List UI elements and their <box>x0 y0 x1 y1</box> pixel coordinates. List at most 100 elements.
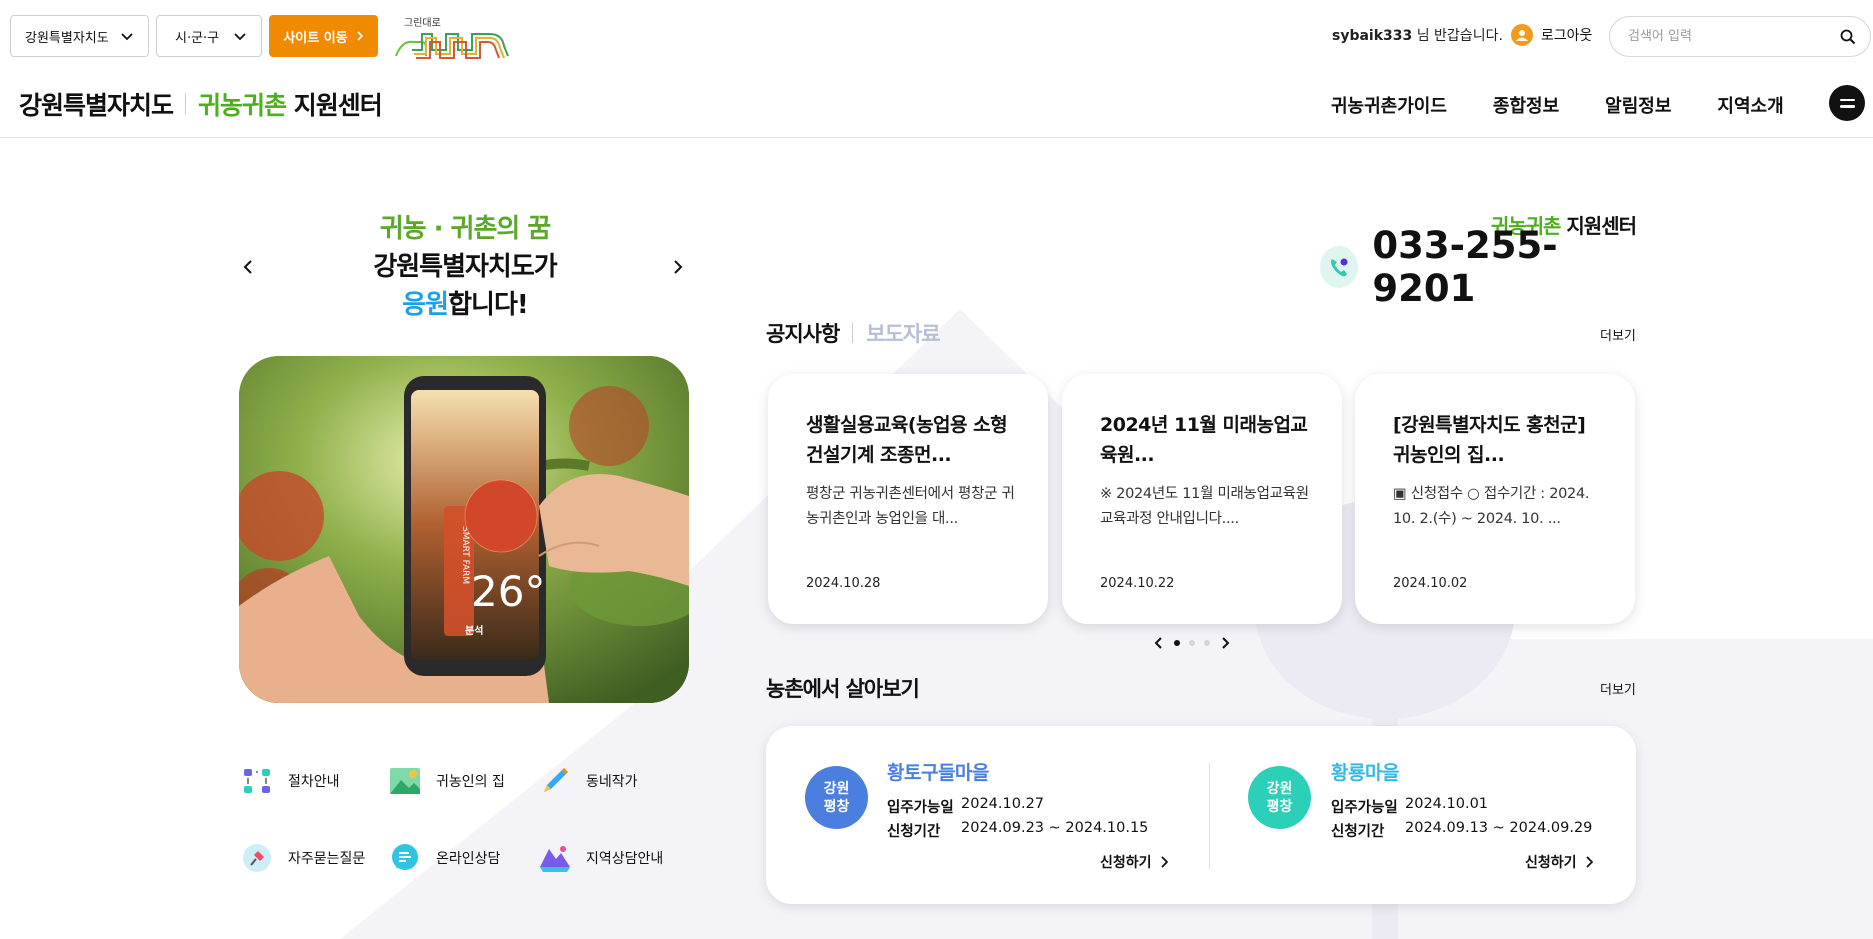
procedure-icon <box>240 764 274 798</box>
tab-press[interactable]: 보도자료 <box>866 318 940 348</box>
pager-dot[interactable] <box>1204 640 1210 646</box>
search-box <box>1609 16 1871 57</box>
quicklink-faq[interactable]: 자주묻는질문 <box>240 841 365 875</box>
tab-notices[interactable]: 공지사항 <box>766 318 840 348</box>
hero-image-label: SMART FARM <box>460 526 470 584</box>
nav-item-region[interactable]: 지역소개 <box>1717 92 1783 118</box>
notice-title: 생활실용교육(농업용 소형건설기계 조종먼... <box>806 414 1008 466</box>
nav-item-info[interactable]: 종합정보 <box>1493 92 1559 118</box>
top-bar: 강원특별자치도 시·군·구 사이트 이동 그린대로 sybaik333 님 반갑… <box>0 0 1873 72</box>
region-select[interactable]: 강원특별자치도 <box>10 15 149 57</box>
notice-tabs: 공지사항 보도자료 <box>766 318 941 348</box>
menu-icon <box>1839 98 1855 101</box>
label-move: 입주가능일 <box>887 800 954 816</box>
nav-item-guide[interactable]: 귀농귀촌가이드 <box>1331 92 1447 118</box>
notice-desc: 평창군 귀농귀촌센터에서 평창군 귀농귀촌인과 농업인을 대... <box>806 486 1015 527</box>
house-landscape-icon <box>388 764 422 798</box>
user-name: sybaik333 <box>1332 28 1413 44</box>
notice-date: 2024.10.02 <box>1393 576 1468 591</box>
quicklink-online-consult[interactable]: 온라인상담 <box>388 841 500 875</box>
chevron-right-icon <box>1160 856 1168 868</box>
quicklink-artist[interactable]: 동네작가 <box>538 764 638 798</box>
hero-line2: 강원특별자치도가 <box>373 252 557 282</box>
label-move: 입주가능일 <box>1331 800 1398 816</box>
village-name[interactable]: 황룡마을 <box>1331 758 1399 785</box>
apply-button[interactable]: 신청하기 <box>1525 852 1593 872</box>
label-period: 신청기간 <box>1331 824 1385 840</box>
notices-more-link[interactable]: 더보기 <box>1600 325 1636 344</box>
brand-rest: 지원센터 <box>293 91 383 120</box>
chevron-down-icon <box>121 33 133 41</box>
brand-divider <box>185 93 187 115</box>
region-select-label: 강원특별자치도 <box>25 30 109 46</box>
notice-card[interactable]: [강원특별자치도 홍천군] 귀농인의 집... ▣ 신청접수 ○ 접수기간 : … <box>1355 374 1635 624</box>
pencil-icon <box>538 764 572 798</box>
chevron-right-icon[interactable] <box>1219 636 1231 650</box>
pager-dot[interactable] <box>1189 640 1195 646</box>
notice-title: [강원특별자치도 홍천군] 귀농인의 집... <box>1393 414 1586 466</box>
quicklink-label: 자주묻는질문 <box>288 851 366 867</box>
phone-number[interactable]: 033-255-9201 <box>1372 224 1636 310</box>
hero-image-caption: 분석 <box>465 624 483 637</box>
chevron-down-icon <box>234 33 246 41</box>
notice-card[interactable]: 생활실용교육(농업용 소형건설기계 조종먼... 평창군 귀농귀촌센터에서 평창… <box>768 374 1048 624</box>
quicklink-house[interactable]: 귀농인의 집 <box>388 764 505 798</box>
chevron-right-icon <box>1585 856 1593 868</box>
period: 2024.09.13 ~ 2024.09.29 <box>1405 820 1593 836</box>
quicklink-label: 귀농인의 집 <box>436 774 505 790</box>
quicklink-label: 절차안내 <box>288 774 340 790</box>
label-period: 신청기간 <box>887 824 941 840</box>
region-badge: 강원 평창 <box>805 766 868 829</box>
logout-link[interactable]: 로그아웃 <box>1541 25 1593 45</box>
villages-more-link[interactable]: 더보기 <box>1600 679 1636 698</box>
notice-title: 2024년 11월 미래농업교육원... <box>1100 414 1308 466</box>
apply-button[interactable]: 신청하기 <box>1100 852 1168 872</box>
greenroad-logo[interactable]: 그린대로 <box>392 14 516 60</box>
notice-desc: ※ 2024년도 11월 미래농업교육원 교육과정 안내입니다.... <box>1100 486 1309 527</box>
pin-icon <box>240 841 274 875</box>
move-date: 2024.10.27 <box>961 796 1045 812</box>
apply-label: 신청하기 <box>1525 855 1577 871</box>
villages-panel: 강원 평창 황토구들마을 입주가능일 2024.10.27 신청기간 2024.09.… <box>766 726 1636 904</box>
notice-pager <box>1153 636 1231 650</box>
pager-dot-active[interactable] <box>1174 640 1180 646</box>
notice-card[interactable]: 2024년 11월 미래농업교육원... ※ 2024년도 11월 미래농업교육… <box>1062 374 1342 624</box>
search-icon[interactable] <box>1840 29 1856 45</box>
hero-line3-rest: 합니다! <box>448 290 529 320</box>
site-logo[interactable]: 강원특별자치도 귀농귀촌 지원센터 <box>19 86 383 122</box>
greenroad-logo-icon <box>395 33 509 59</box>
user-greeting: sybaik333 님 반갑습니다. 로그아웃 <box>1332 24 1592 46</box>
chevron-right-icon <box>357 31 363 41</box>
village-move-date: 입주가능일 2024.10.27 <box>887 796 1044 817</box>
site-move-button[interactable]: 사이트 이동 <box>269 15 378 57</box>
badge-line2: 평창 <box>823 798 850 815</box>
phone-icon <box>1320 246 1359 288</box>
main-nav: 귀농귀촌가이드 종합정보 알림정보 지역소개 <box>1331 92 1784 118</box>
hero-line3-blue: 응원 <box>402 290 449 320</box>
move-date: 2024.10.01 <box>1405 796 1489 812</box>
nav-item-notice[interactable]: 알림정보 <box>1605 92 1671 118</box>
village-name[interactable]: 황토구들마을 <box>887 758 989 785</box>
quicklink-label: 지역상담안내 <box>586 851 664 867</box>
menu-button[interactable] <box>1829 85 1865 121</box>
hero-line1: 귀농 · 귀촌의 꿈 <box>379 214 552 244</box>
main-header: 강원특별자치도 귀농귀촌 지원센터 귀농귀촌가이드 종합정보 알림정보 지역소개 <box>0 72 1873 138</box>
badge-line1: 강원 <box>1266 780 1293 797</box>
user-greeting-text: 님 반갑습니다. <box>1416 28 1503 44</box>
apply-label: 신청하기 <box>1100 855 1152 871</box>
quicklink-procedure[interactable]: 절차안내 <box>240 764 340 798</box>
search-input[interactable] <box>1628 29 1828 44</box>
chevron-left-icon[interactable] <box>1153 636 1165 650</box>
tab-divider <box>852 323 854 343</box>
district-select[interactable]: 시·군·구 <box>156 15 262 57</box>
village-period: 신청기간 2024.09.23 ~ 2024.10.15 <box>887 820 1148 841</box>
quicklink-regional-consult[interactable]: 지역상담안내 <box>538 841 663 875</box>
hero-image: SMART FARM 26° 분석 <box>239 356 689 703</box>
user-icon <box>1510 24 1533 46</box>
brand-region: 강원특별자치도 <box>19 91 174 120</box>
phone-contact: 033-255-9201 <box>1320 224 1636 310</box>
village-divider <box>1209 762 1210 870</box>
villages-title: 농촌에서 살아보기 <box>766 677 920 701</box>
village-move-date: 입주가능일 2024.10.01 <box>1331 796 1488 817</box>
badge-line1: 강원 <box>823 780 850 797</box>
